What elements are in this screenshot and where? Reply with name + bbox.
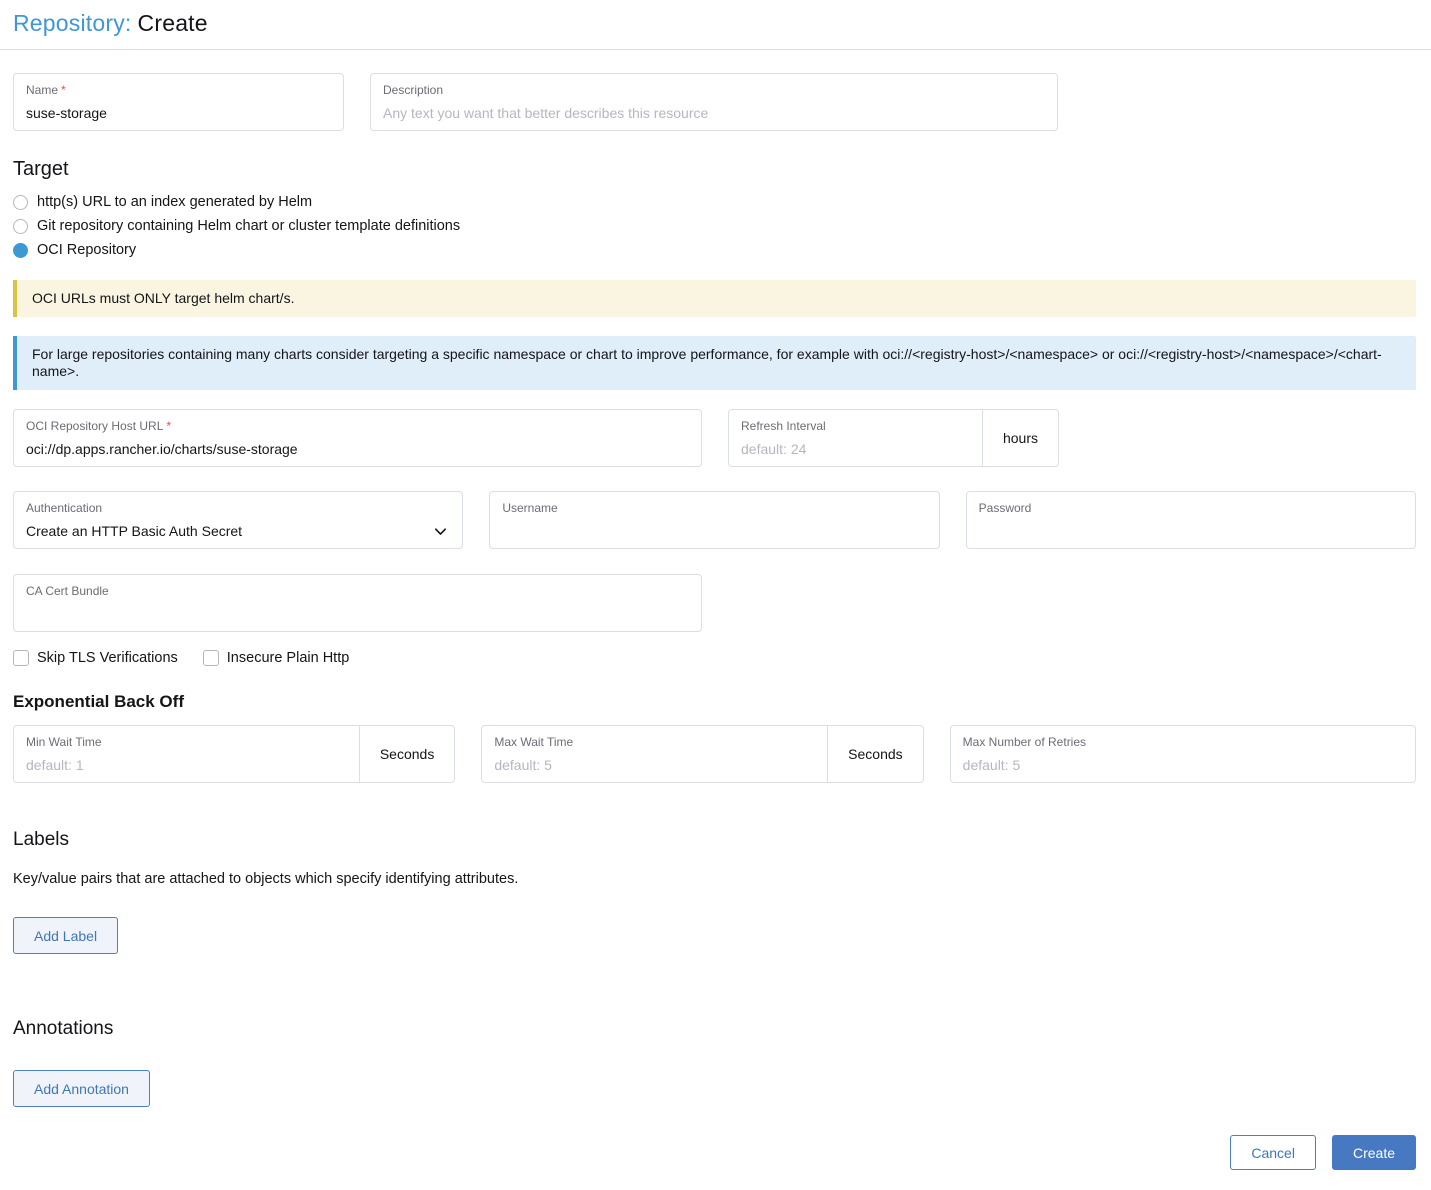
page-title-action: Create: [138, 10, 208, 36]
create-button[interactable]: Create: [1332, 1135, 1416, 1170]
labels-heading: Labels: [13, 829, 1416, 851]
oci-host-url-label: OCI Repository Host URL*: [26, 419, 689, 434]
max-wait-time-label: Max Wait Time: [494, 735, 815, 750]
max-wait-time-main: Max Wait Time: [482, 726, 827, 782]
oci-row: OCI Repository Host URL* Refresh Interva…: [13, 409, 1416, 467]
name-field[interactable]: Name*: [13, 73, 344, 131]
skip-tls-verifications-checkbox[interactable]: Skip TLS Verifications: [13, 650, 178, 666]
authentication-label: Authentication: [26, 501, 450, 516]
password-label: Password: [979, 501, 1403, 516]
password-input[interactable]: [979, 522, 1403, 540]
required-asterisk: *: [61, 83, 66, 97]
required-asterisk: *: [166, 419, 171, 433]
form-footer: Cancel Create: [13, 1135, 1416, 1170]
refresh-interval-main: Refresh Interval: [729, 410, 982, 466]
chevron-down-icon: [433, 524, 448, 539]
cancel-button[interactable]: Cancel: [1230, 1135, 1316, 1170]
repository-create-page: Repository:Create Name* Description Targ…: [0, 0, 1431, 1190]
radio-button-icon: [13, 195, 28, 210]
description-field-label: Description: [383, 83, 1045, 98]
password-field[interactable]: Password: [966, 491, 1416, 549]
refresh-interval-label: Refresh Interval: [741, 419, 970, 434]
ca-cert-row: CA Cert Bundle: [13, 574, 1416, 632]
target-heading: Target: [13, 158, 1416, 181]
oci-host-url-input[interactable]: [26, 440, 689, 458]
checkbox-label: Insecure Plain Http: [227, 650, 350, 666]
min-wait-time-input[interactable]: [26, 756, 347, 774]
name-input[interactable]: [26, 104, 331, 122]
name-label-text: Name: [26, 83, 58, 97]
radio-http-index-url[interactable]: http(s) URL to an index generated by Hel…: [13, 194, 1416, 210]
page-title-kind: Repository:: [13, 10, 132, 36]
basic-row: Name* Description: [13, 73, 1416, 131]
refresh-interval-field[interactable]: Refresh Interval hours: [728, 409, 1059, 467]
tls-options-row: Skip TLS Verifications Insecure Plain Ht…: [13, 650, 1416, 666]
backoff-heading: Exponential Back Off: [13, 692, 1416, 712]
ca-cert-bundle-label: CA Cert Bundle: [26, 584, 689, 599]
max-wait-time-unit: Seconds: [827, 726, 922, 782]
checkbox-icon: [13, 650, 29, 666]
annotations-heading: Annotations: [13, 1018, 1416, 1040]
min-wait-time-label: Min Wait Time: [26, 735, 347, 750]
oci-host-url-label-text: OCI Repository Host URL: [26, 419, 163, 433]
info-banner: For large repositories containing many c…: [13, 336, 1416, 390]
radio-button-icon: [13, 219, 28, 234]
min-wait-time-unit: Seconds: [359, 726, 454, 782]
radio-oci-repository[interactable]: OCI Repository: [13, 242, 1416, 258]
max-wait-time-input[interactable]: [494, 756, 815, 774]
max-retries-input[interactable]: [963, 756, 1403, 774]
username-label: Username: [502, 501, 926, 516]
min-wait-time-field[interactable]: Min Wait Time Seconds: [13, 725, 455, 783]
max-wait-time-field[interactable]: Max Wait Time Seconds: [481, 725, 923, 783]
ca-cert-bundle-field[interactable]: CA Cert Bundle: [13, 574, 702, 632]
authentication-select[interactable]: Authentication Create an HTTP Basic Auth…: [13, 491, 463, 549]
refresh-interval-input[interactable]: [741, 440, 970, 458]
add-annotation-button[interactable]: Add Annotation: [13, 1070, 150, 1107]
authentication-selected-value: Create an HTTP Basic Auth Secret: [26, 522, 242, 540]
description-field[interactable]: Description: [370, 73, 1058, 131]
title-divider: [0, 49, 1431, 50]
radio-git-repository[interactable]: Git repository containing Helm chart or …: [13, 218, 1416, 234]
username-field[interactable]: Username: [489, 491, 939, 549]
radio-label: http(s) URL to an index generated by Hel…: [37, 194, 312, 210]
insecure-plain-http-checkbox[interactable]: Insecure Plain Http: [203, 650, 350, 666]
name-field-label: Name*: [26, 83, 331, 98]
warning-banner: OCI URLs must ONLY target helm chart/s.: [13, 280, 1416, 317]
backoff-row: Min Wait Time Seconds Max Wait Time Seco…: [13, 725, 1416, 783]
add-label-button[interactable]: Add Label: [13, 917, 118, 954]
max-retries-field[interactable]: Max Number of Retries: [950, 725, 1416, 783]
radio-label: OCI Repository: [37, 242, 136, 258]
target-radio-group: http(s) URL to an index generated by Hel…: [13, 194, 1416, 258]
checkbox-label: Skip TLS Verifications: [37, 650, 178, 666]
max-retries-label: Max Number of Retries: [963, 735, 1403, 750]
radio-button-icon: [13, 243, 28, 258]
oci-host-url-field[interactable]: OCI Repository Host URL*: [13, 409, 702, 467]
radio-label: Git repository containing Helm chart or …: [37, 218, 460, 234]
auth-row: Authentication Create an HTTP Basic Auth…: [13, 491, 1416, 549]
description-input[interactable]: [383, 104, 1045, 122]
page-title: Repository:Create: [13, 10, 1416, 37]
min-wait-time-main: Min Wait Time: [14, 726, 359, 782]
labels-description: Key/value pairs that are attached to obj…: [13, 871, 1416, 887]
checkbox-icon: [203, 650, 219, 666]
ca-cert-bundle-input[interactable]: [26, 605, 689, 623]
refresh-interval-unit: hours: [982, 410, 1058, 466]
username-input[interactable]: [502, 522, 926, 540]
